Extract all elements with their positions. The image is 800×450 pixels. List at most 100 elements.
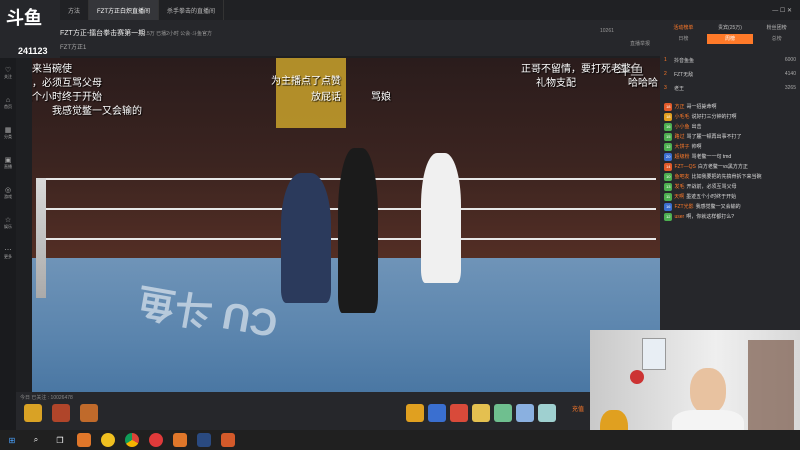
rail-item-category[interactable]: ▦ 分类: [0, 118, 16, 148]
chat-nick[interactable]: FZT光影: [674, 204, 693, 210]
app-2-icon[interactable]: [101, 433, 115, 447]
room-stats: 今日 已关注 : 10026478: [20, 395, 73, 401]
tab-label: 方法: [68, 8, 81, 15]
fighter-white: [421, 153, 461, 283]
level-badge: 15: [664, 133, 673, 141]
chat-nick[interactable]: FZT—QS: [674, 164, 695, 170]
subtab-total[interactable]: 总榜: [753, 34, 800, 44]
app-4-icon[interactable]: [173, 433, 187, 447]
chat-text: 比如我要把的先搞骨拆下来当碗: [691, 174, 762, 180]
rank-name: 抖音鱼鱼: [674, 57, 695, 64]
chat-nick[interactable]: 鱼吧友: [674, 174, 689, 180]
app-1-icon[interactable]: [77, 433, 91, 447]
rank-name: FZT无敌: [674, 71, 694, 78]
chat-text: 开战前，必须互骂父母: [686, 184, 737, 190]
rail-item-home[interactable]: ⌂ 首页: [0, 88, 16, 118]
search-icon[interactable]: ⌕: [29, 433, 43, 447]
tab-label: FZT方正白炽直播间: [97, 8, 151, 15]
chat-message: 20 超级粉 骂老鳖一一句 tmd: [660, 152, 800, 162]
video-player[interactable]: CU 斗鱼 骨拆下来当碗使 年战前，必须互骂父母 墨迹五个小时终于开始 我感觉鳖…: [16, 58, 660, 392]
gift-bar: 今日 已关注 : 10026478 充值: [16, 392, 660, 430]
chat-nick[interactable]: 小小鱼: [674, 124, 689, 130]
rail-label: 关注: [4, 74, 12, 79]
douyu-watermark: 斗鱼: [616, 62, 644, 78]
chat-nick[interactable]: 小毛毛: [674, 114, 689, 120]
report-button[interactable]: 直播举报: [630, 40, 650, 47]
chat-text: 骂老鳖一一句 tmd: [691, 154, 732, 160]
gift-1-icon[interactable]: [24, 404, 42, 422]
subtab-day[interactable]: 日榜: [660, 34, 707, 44]
chat-list[interactable]: 18 方正 哥一招毙命啊 18 小毛毛 说好打三分钟的打啊 16 小小鱼 出击 15 路过 骂了…: [660, 102, 800, 352]
chrome-icon[interactable]: [125, 433, 139, 447]
level-badge: 11: [664, 193, 673, 201]
chat-nick[interactable]: 超级粉: [674, 154, 689, 160]
rail-item-more[interactable]: ⋯ 更多: [0, 238, 16, 268]
chat-nick[interactable]: user: [674, 214, 684, 220]
os-taskbar: ⊞ ⌕ ❐: [0, 430, 800, 450]
tab-vip[interactable]: 贵宾(25万): [707, 22, 754, 34]
douyu-logo[interactable]: 斗鱼: [6, 4, 42, 30]
gift-8-icon[interactable]: [494, 404, 512, 422]
chat-message: 12 大饼子 帅啊: [660, 142, 800, 152]
level-badge: 16: [664, 203, 673, 211]
chat-text: 帅啊: [691, 144, 702, 150]
chat-text: 白方老鳖一vs黑方方正: [697, 164, 748, 170]
rank-row[interactable]: 1 抖音鱼鱼 6000: [660, 54, 800, 66]
app-3-icon[interactable]: [149, 433, 163, 447]
level-badge: 14: [664, 163, 673, 171]
chat-message: 10 鱼吧友 比如我要把的先搞骨拆下来当碗: [660, 172, 800, 182]
tab-activity-rank[interactable]: 活动榜单: [660, 22, 707, 34]
rail-item-game[interactable]: ◎ 游戏: [0, 178, 16, 208]
gift-4-icon[interactable]: [406, 404, 424, 422]
viewer-count: 241123: [18, 46, 48, 56]
subtab-week[interactable]: 周榜: [706, 34, 754, 44]
rail-item-ent[interactable]: ☆ 娱乐: [0, 208, 16, 238]
windows-icon[interactable]: ⊞: [5, 433, 19, 447]
chat-message: 13 发毛 开战前，必须互骂父母: [660, 182, 800, 192]
game-icon: ◎: [4, 187, 12, 194]
more-icon: ⋯: [4, 247, 12, 254]
tab-1[interactable]: 方法: [60, 0, 90, 20]
chat-message: 18 方正 哥一招毙命啊: [660, 102, 800, 112]
gift-2-icon[interactable]: [52, 404, 70, 422]
rail-label: 游戏: [4, 194, 12, 199]
rail-item-follow[interactable]: ♡ 关注: [0, 58, 16, 88]
gift-5-icon[interactable]: [428, 404, 446, 422]
heart-icon: ♡: [4, 67, 12, 74]
level-badge: 18: [664, 113, 673, 121]
level-badge: 20: [664, 153, 673, 161]
recharge-button[interactable]: 充值: [572, 404, 584, 413]
chat-nick[interactable]: 发毛: [674, 184, 684, 190]
gift-6-icon[interactable]: [450, 404, 468, 422]
rail-label: 娱乐: [4, 224, 12, 229]
rank-score: 3265: [784, 85, 796, 91]
gift-3-icon[interactable]: [80, 404, 98, 422]
rail-label: 更多: [4, 254, 12, 259]
rank-row[interactable]: 3 老王 3265: [660, 82, 800, 94]
rail-item-live[interactable]: ▣ 直播: [0, 148, 16, 178]
tab-fans[interactable]: 粉丝团榜: [753, 22, 800, 34]
window-controls[interactable]: — ☐ ✕: [764, 0, 800, 20]
rank-score: 4140: [784, 71, 796, 77]
chat-nick[interactable]: 路过: [674, 134, 684, 140]
anchor-name[interactable]: FZT方正1: [60, 42, 86, 51]
rank-name: 老王: [674, 85, 685, 92]
app-6-icon[interactable]: [221, 433, 235, 447]
gift-7-icon[interactable]: [472, 404, 490, 422]
chat-nick[interactable]: 方正: [674, 104, 684, 110]
chat-nick[interactable]: 大饼子: [674, 144, 689, 150]
chat-nick[interactable]: 天啊: [674, 194, 684, 200]
ring-corner-post: [36, 178, 46, 298]
chat-message: 15 路过 骂了麓一顿再出事不打了: [660, 132, 800, 142]
tab-2[interactable]: FZT方正白炽直播间: [89, 0, 160, 20]
taskview-icon[interactable]: ❐: [53, 433, 67, 447]
danmaku-line: 我感觉鳖一又会输的: [52, 106, 142, 117]
danmaku-line: 放屁话: [311, 92, 341, 103]
tab-3[interactable]: 杀手拳击的直播间: [159, 0, 225, 20]
gift-9-icon[interactable]: [516, 404, 534, 422]
rank-number: 2: [664, 71, 667, 77]
room-title: FZT方正-擂台拳击赛第一期: [60, 30, 146, 37]
app-5-icon[interactable]: [197, 433, 211, 447]
rank-row[interactable]: 2 FZT无敌 4140: [660, 68, 800, 80]
gift-10-icon[interactable]: [538, 404, 556, 422]
